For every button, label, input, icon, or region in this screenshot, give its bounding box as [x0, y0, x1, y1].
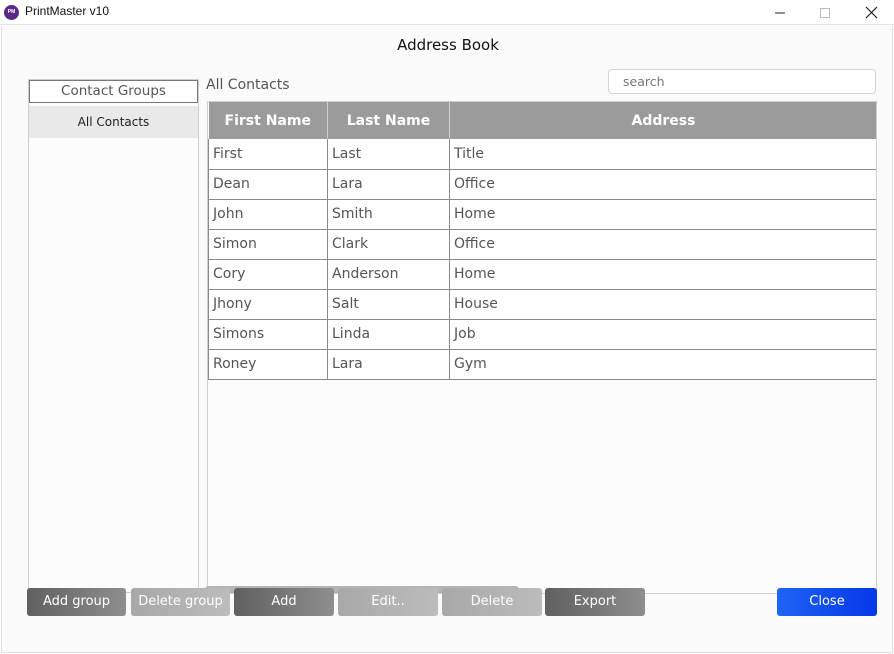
- add-group-button[interactable]: Add group: [27, 588, 126, 616]
- cell-first-name: John: [208, 199, 328, 230]
- table-row[interactable]: John Smith Home: [208, 199, 876, 230]
- close-button[interactable]: Close: [777, 588, 877, 616]
- add-contact-button[interactable]: Add: [234, 588, 334, 616]
- cell-address: Job: [449, 319, 876, 350]
- export-button[interactable]: Export: [545, 588, 645, 616]
- table-row[interactable]: Dean Lara Office: [208, 169, 876, 200]
- cell-address: Title: [449, 139, 876, 170]
- address-book-dialog: Address Book Contact Groups All Contacts…: [1, 26, 893, 653]
- cell-first-name: Roney: [208, 349, 328, 380]
- table-header-row: First Name Last Name Address: [208, 102, 876, 139]
- group-item-all-contacts[interactable]: All Contacts: [29, 106, 198, 138]
- cell-address: Home: [449, 259, 876, 290]
- cell-last-name: Smith: [327, 199, 450, 230]
- cell-address: Gym: [449, 349, 876, 380]
- cell-last-name: Anderson: [327, 259, 450, 290]
- column-header-address[interactable]: Address: [449, 102, 876, 139]
- maximize-button[interactable]: [802, 0, 848, 25]
- table-row[interactable]: Roney Lara Gym: [208, 349, 876, 380]
- cell-last-name: Linda: [327, 319, 450, 350]
- cell-first-name: Cory: [208, 259, 328, 290]
- cell-last-name: Lara: [327, 349, 450, 380]
- cell-first-name: Simons: [208, 319, 328, 350]
- delete-contact-button[interactable]: Delete: [442, 588, 542, 616]
- column-header-last-name[interactable]: Last Name: [327, 102, 450, 139]
- app-title: PrintMaster v10: [25, 4, 110, 18]
- cell-first-name: First: [208, 139, 328, 170]
- column-header-first-name[interactable]: First Name: [208, 102, 328, 139]
- edit-contact-button[interactable]: Edit..: [338, 588, 438, 616]
- table-row[interactable]: Jhony Salt House: [208, 289, 876, 320]
- cell-last-name: Salt: [327, 289, 450, 320]
- contacts-list-title: All Contacts: [206, 77, 290, 93]
- contact-groups-panel: Contact Groups All Contacts: [28, 79, 199, 593]
- cell-address: Office: [449, 169, 876, 200]
- table-row[interactable]: First Last Title: [208, 139, 876, 170]
- close-window-button[interactable]: [848, 0, 894, 25]
- dialog-title: Address Book: [397, 36, 499, 54]
- close-icon: [865, 6, 877, 19]
- contact-groups-header: Contact Groups: [29, 80, 198, 103]
- cell-address: House: [449, 289, 876, 320]
- search-input[interactable]: [608, 69, 876, 94]
- cell-last-name: Last: [327, 139, 450, 170]
- cell-last-name: Lara: [327, 169, 450, 200]
- minimize-button[interactable]: [757, 0, 803, 25]
- table-row[interactable]: Simon Clark Office: [208, 229, 876, 260]
- app-logo-icon: PM: [4, 5, 19, 20]
- minimize-icon: [775, 12, 785, 13]
- table-row[interactable]: Cory Anderson Home: [208, 259, 876, 290]
- delete-group-button[interactable]: Delete group: [131, 588, 230, 616]
- cell-address: Office: [449, 229, 876, 260]
- cell-first-name: Jhony: [208, 289, 328, 320]
- contacts-table-container: First Name Last Name Address First Last Ti…: [207, 101, 877, 594]
- cell-address: Home: [449, 199, 876, 230]
- cell-last-name: Clark: [327, 229, 450, 260]
- cell-first-name: Simon: [208, 229, 328, 260]
- title-bar: PM PrintMaster v10: [0, 0, 894, 25]
- maximize-icon: [820, 7, 830, 18]
- cell-first-name: Dean: [208, 169, 328, 200]
- contacts-table: First Name Last Name Address First Last Ti…: [208, 102, 876, 380]
- table-row[interactable]: Simons Linda Job: [208, 319, 876, 350]
